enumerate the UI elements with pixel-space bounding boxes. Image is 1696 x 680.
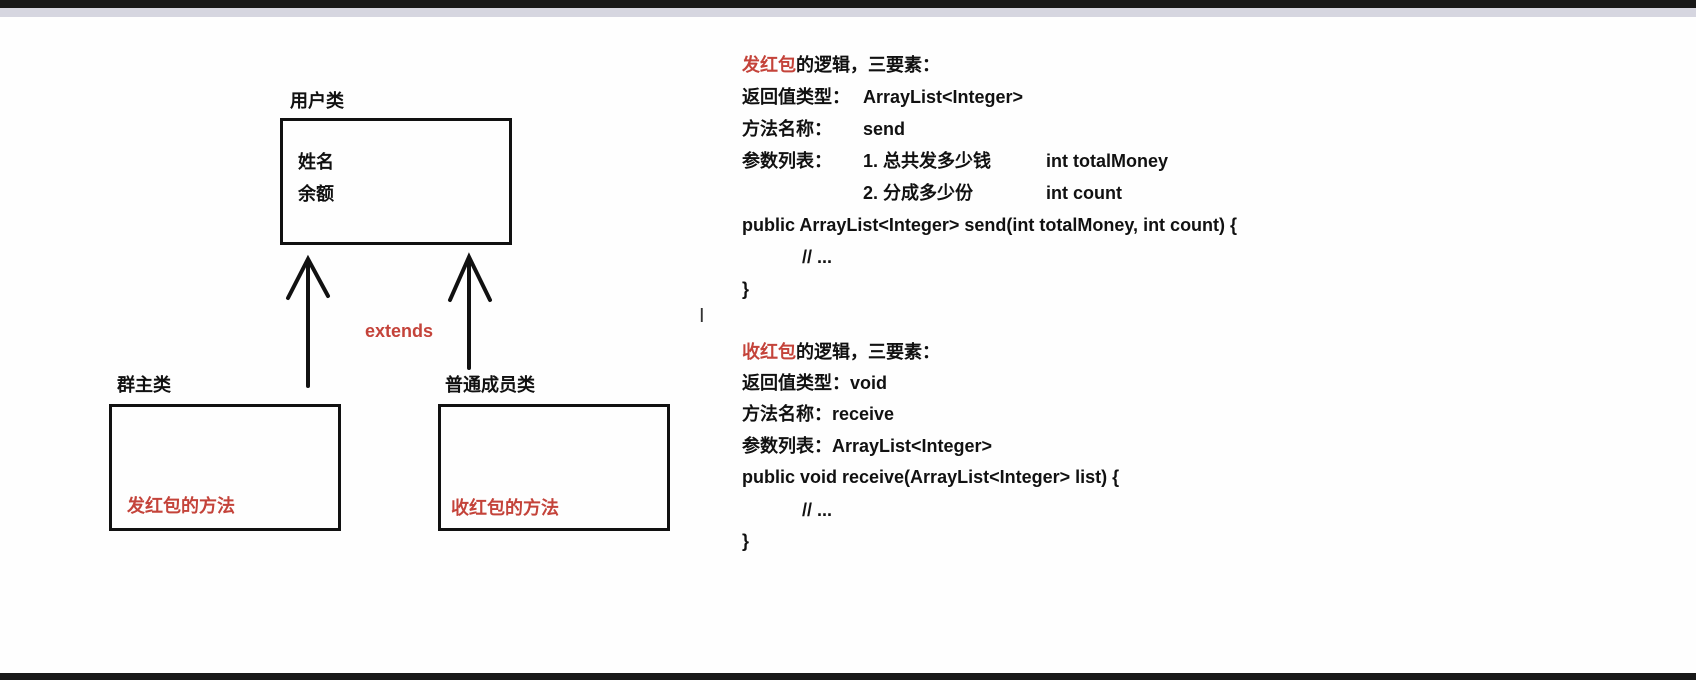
- send-heading-red: 发红包: [742, 55, 796, 75]
- send-param-1-desc: 1. 总共发多少钱: [863, 151, 992, 171]
- receive-close-brace: }: [742, 531, 750, 551]
- extends-label: extends: [365, 321, 434, 341]
- bottom-bar: [0, 673, 1696, 680]
- receive-heading: 收红包的逻辑，三要素：: [742, 341, 940, 363]
- send-return-value: ArrayList<Integer>: [863, 87, 1024, 107]
- receive-signature: public void receive(ArrayList<Integer> l…: [742, 467, 1120, 487]
- receive-return-line: 返回值类型：void: [742, 373, 888, 393]
- send-heading-rest: 的逻辑，三要素：: [796, 55, 940, 75]
- owner-class-title: 群主类: [117, 375, 171, 395]
- send-params-label: 参数列表：: [742, 151, 832, 171]
- receive-name-line: 方法名称：receive: [742, 404, 895, 424]
- member-class-box: 收红包的方法: [438, 404, 670, 531]
- send-param-2-desc: 2. 分成多少份: [863, 183, 974, 203]
- send-param-1-code: int totalMoney: [1046, 151, 1168, 171]
- send-heading: 发红包的逻辑，三要素：: [742, 54, 940, 76]
- member-class-title: 普通成员类: [445, 375, 535, 395]
- send-return-label: 返回值类型：: [742, 87, 850, 107]
- send-param-2-code: int count: [1046, 183, 1122, 203]
- send-name-value: send: [863, 119, 906, 139]
- send-close-brace: }: [742, 279, 750, 299]
- receive-heading-rest: 的逻辑，三要素：: [796, 342, 940, 362]
- member-method: 收红包的方法: [451, 498, 559, 518]
- receive-body-comment: // ...: [802, 500, 833, 520]
- receive-params-line: 参数列表：ArrayList<Integer>: [742, 436, 993, 456]
- send-body-comment: // ...: [802, 247, 833, 267]
- text-cursor-icon: I: [699, 305, 705, 327]
- owner-method: 发红包的方法: [127, 496, 235, 516]
- send-signature: public ArrayList<Integer> send(int total…: [742, 215, 1238, 235]
- send-name-label: 方法名称：: [742, 119, 832, 139]
- owner-class-box: 发红包的方法: [109, 404, 341, 531]
- receive-heading-red: 收红包: [742, 342, 796, 362]
